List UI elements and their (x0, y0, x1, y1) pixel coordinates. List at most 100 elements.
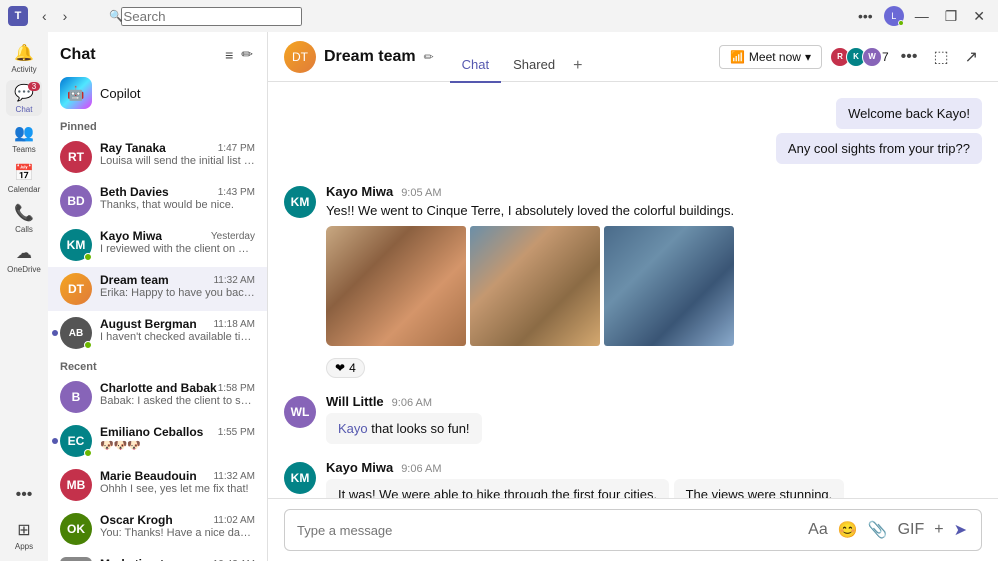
copilot-item[interactable]: 🤖 Copilot (48, 71, 267, 115)
meet-label: Meet now (749, 50, 801, 64)
chat-item-marie[interactable]: MB Marie Beaudouin 11:32 AM Ohhh I see, … (48, 463, 267, 507)
chat-item-oscar[interactable]: OK Oscar Krogh 11:02 AM You: Thanks! Hav… (48, 507, 267, 551)
online-dot-emiliano (84, 449, 92, 457)
chat-info-marketing: Marketing team sync 10:43 AM Kayo: So gl… (100, 557, 255, 561)
compose-button[interactable]: ✏ (239, 44, 255, 65)
send-button[interactable]: ➤ (952, 518, 969, 542)
chat-item-dream[interactable]: DT Dream team 11:32 AM Erika: Happy to h… (48, 267, 267, 311)
more-button[interactable]: ••• (897, 44, 922, 70)
app-body: 🔔 Activity 💬 3 Chat 👥 Teams 📅 Calendar 📞… (0, 32, 998, 561)
search-input[interactable] (121, 7, 302, 26)
chat-item-august[interactable]: AB August Bergman 11:18 AM I haven't che… (48, 311, 267, 355)
chat-item-kayo[interactable]: KM Kayo Miwa Yesterday I reviewed with t… (48, 223, 267, 267)
chat-time-oscar: 11:02 AM (213, 515, 255, 526)
sidebar-item-onedrive[interactable]: ☁ OneDrive (6, 240, 42, 276)
sidebar-item-teams[interactable]: 👥 Teams (6, 120, 42, 156)
avatar-august: AB (60, 317, 92, 349)
chat-list: Chat ≡ ✏ 🤖 Copilot Pinned RT Ray Tanaka … (48, 32, 268, 561)
chat-header-avatar: DT (284, 41, 316, 73)
chat-preview-charlotte: Babak: I asked the client to send... (100, 395, 255, 407)
chat-info-beth: Beth Davies 1:43 PM Thanks, that would b… (100, 185, 255, 211)
sidebar-item-apps[interactable]: ⊞ Apps (6, 517, 42, 553)
copilot-name: Copilot (100, 86, 140, 101)
more-options-button[interactable]: ••• (853, 6, 878, 26)
avatar-ray: RT (60, 141, 92, 173)
chat-main: DT Dream team ✏ Chat Shared + 📶 Meet now… (268, 32, 998, 561)
chat-time-kayo: Yesterday (211, 231, 255, 242)
chat-item-ray[interactable]: RT Ray Tanaka 1:47 PM Louisa will send t… (48, 135, 267, 179)
chat-info-marie: Marie Beaudouin 11:32 AM Ohhh I see, yes… (100, 469, 255, 495)
add-tab-button[interactable]: + (567, 49, 588, 83)
minimize-button[interactable]: — (910, 6, 934, 26)
tab-shared[interactable]: Shared (501, 49, 567, 83)
sidebar-item-activity[interactable]: 🔔 Activity (6, 40, 42, 76)
expand-button[interactable]: ⬚ (929, 43, 952, 71)
sidebar-item-chat[interactable]: 💬 3 Chat (6, 80, 42, 116)
emoji-button[interactable]: 😊 (836, 518, 860, 542)
message-content-kayo2: Kayo Miwa 9:06 AM It was! We were able t… (326, 460, 982, 498)
forward-button[interactable]: › (57, 6, 74, 26)
chat-item-charlotte[interactable]: B Charlotte and Babak 1:58 PM Babak: I a… (48, 375, 267, 419)
filter-button[interactable]: ≡ (223, 44, 235, 65)
time-kayo1: 9:05 AM (401, 187, 441, 199)
more-icon: ••• (16, 486, 33, 504)
participants-button[interactable]: R K W 7 (830, 47, 889, 67)
titlebar-right: ••• L — ❐ ✕ (853, 6, 990, 27)
reaction-emoji: ❤ (335, 361, 345, 375)
onedrive-label: OneDrive (7, 265, 41, 274)
popout-button[interactable]: ↗ (961, 43, 982, 71)
chat-info-oscar: Oscar Krogh 11:02 AM You: Thanks! Have a… (100, 513, 255, 539)
pinned-section-label: Pinned (48, 115, 267, 135)
chat-preview-kayo: I reviewed with the client on Th... (100, 243, 255, 255)
sidebar-item-calendar[interactable]: 📅 Calendar (6, 160, 42, 196)
image-2[interactable] (470, 226, 600, 346)
chat-list-title: Chat (60, 46, 96, 64)
msg-text-kayo1: Yes!! We went to Cinque Terre, I absolut… (326, 203, 982, 218)
edit-title-icon[interactable]: ✏ (424, 50, 434, 64)
titlebar-nav: ‹ › (36, 6, 73, 26)
message-content-kayo1: Kayo Miwa 9:05 AM Yes!! We went to Cinqu… (326, 184, 982, 378)
image-1[interactable] (326, 226, 466, 346)
restore-button[interactable]: ❐ (940, 6, 963, 27)
chat-info-ray: Ray Tanaka 1:47 PM Louisa will send the … (100, 141, 255, 167)
sender-kayo1: Kayo Miwa (326, 184, 393, 199)
sidebar-item-calls[interactable]: 📞 Calls (6, 200, 42, 236)
more-input-button[interactable]: + (932, 519, 945, 541)
avatar-will: WL (284, 396, 316, 428)
sidebar-item-more[interactable]: ••• (6, 477, 42, 513)
chat-name-marketing: Marketing team sync (100, 557, 213, 561)
reaction-heart[interactable]: ❤ 4 (326, 358, 365, 378)
message-group-kayo2: KM Kayo Miwa 9:06 AM It was! We were abl… (284, 460, 982, 498)
message-header-kayo2: Kayo Miwa 9:06 AM (326, 460, 982, 475)
chat-header: DT Dream team ✏ Chat Shared + 📶 Meet now… (268, 32, 998, 82)
input-actions: Aa 😊 📎 GIF + ➤ (806, 518, 969, 542)
avatar-marie: MB (60, 469, 92, 501)
user-avatar[interactable]: L (884, 6, 904, 26)
back-button[interactable]: ‹ (36, 6, 53, 26)
close-button[interactable]: ✕ (968, 6, 990, 27)
chat-tabs: Chat Shared + (450, 40, 589, 74)
chat-preview-beth: Thanks, that would be nice. (100, 199, 255, 211)
chat-name-beth: Beth Davies (100, 185, 169, 199)
left-nav: 🔔 Activity 💬 3 Chat 👥 Teams 📅 Calendar 📞… (0, 32, 48, 561)
tab-chat[interactable]: Chat (450, 49, 501, 83)
chat-item-beth[interactable]: BD Beth Davies 1:43 PM Thanks, that woul… (48, 179, 267, 223)
chat-info-august: August Bergman 11:18 AM I haven't checke… (100, 317, 255, 343)
image-3[interactable] (604, 226, 734, 346)
online-dot-august (84, 341, 92, 349)
meet-now-button[interactable]: 📶 Meet now ▾ (719, 45, 822, 69)
chat-preview-august: I haven't checked available tim... (100, 331, 255, 343)
avatar-charlotte: B (60, 381, 92, 413)
format-button[interactable]: Aa (806, 519, 830, 541)
message-input[interactable] (297, 523, 798, 538)
chat-item-marketing[interactable]: MT Marketing team sync 10:43 AM Kayo: So… (48, 551, 267, 561)
unread-dot-emiliano (52, 438, 58, 444)
reaction-count: 4 (349, 361, 356, 375)
attach-button[interactable]: 📎 (866, 518, 890, 542)
avatar-emiliano: EC (60, 425, 92, 457)
gif-button[interactable]: GIF (896, 519, 927, 541)
time-will: 9:06 AM (392, 397, 432, 409)
chat-item-emiliano[interactable]: EC Emiliano Ceballos 1:55 PM 🐶🐶🐶 (48, 419, 267, 463)
teams-label: Teams (12, 145, 36, 154)
chat-time-ray: 1:47 PM (218, 143, 255, 154)
